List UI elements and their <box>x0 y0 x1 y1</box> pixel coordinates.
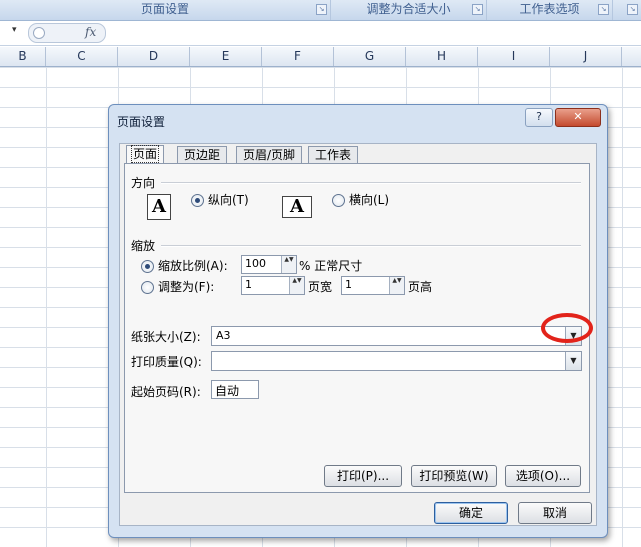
fit-to-label[interactable]: 调整为(F): <box>158 278 214 295</box>
print-quality-select[interactable]: ▼ <box>211 351 582 371</box>
help-icon[interactable]: ? <box>525 108 553 127</box>
adjust-to-label[interactable]: 缩放比例(A): <box>158 257 228 274</box>
ribbon-group-page-setup: 页面设置 ↘ <box>0 0 331 20</box>
ribbon-group-overflow: ↘ <box>613 0 641 20</box>
chevron-down-icon[interactable]: ▼ <box>565 352 581 370</box>
stepper-arrows-icon[interactable]: ▲▼ <box>289 277 304 294</box>
fx-icon[interactable]: fx <box>85 25 96 39</box>
print-quality-label: 打印质量(Q): <box>131 355 202 369</box>
portrait-label[interactable]: 纵向(T) <box>208 191 249 208</box>
ribbon-group-label: 工作表选项 <box>519 2 580 16</box>
dialog-body: 页面 页边距 页眉/页脚 工作表 方向 A 纵向(T) A 横向(L) 缩放 缩… <box>119 143 597 526</box>
pages-tall-label: 页高 <box>408 280 433 294</box>
tab-sheet[interactable]: 工作表 <box>308 146 359 164</box>
column-header[interactable]: B <box>0 47 46 66</box>
tab-margins[interactable]: 页边距 <box>177 146 228 164</box>
paper-size-value: A3 <box>216 329 231 342</box>
adjust-to-radio[interactable] <box>141 260 154 273</box>
tab-label: 页面 <box>130 145 160 163</box>
tab-panel-page: 方向 A 纵向(T) A 横向(L) 缩放 缩放比例(A): 100 ▲▼ % … <box>124 163 590 493</box>
portrait-radio[interactable] <box>191 194 204 207</box>
column-header[interactable]: E <box>190 47 262 66</box>
stepper-value: 100 <box>245 257 266 270</box>
dialog-launcher-icon[interactable]: ↘ <box>627 4 638 15</box>
column-header[interactable]: G <box>334 47 406 66</box>
landscape-label[interactable]: 横向(L) <box>349 191 389 208</box>
pages-wide-label: 页宽 <box>308 280 333 294</box>
landscape-radio[interactable] <box>332 194 345 207</box>
tab-header-footer[interactable]: 页眉/页脚 <box>236 146 303 164</box>
first-page-number-value: 自动 <box>215 384 240 398</box>
formula-input[interactable] <box>108 23 638 42</box>
formula-bar: ▾ fx <box>0 21 641 46</box>
column-header-row: B C D E F G H I J <box>0 47 641 67</box>
close-icon[interactable]: ✕ <box>555 108 601 127</box>
namebox-dropdown-icon[interactable]: ▾ <box>12 25 17 35</box>
column-header[interactable]: D <box>118 47 190 66</box>
tab-page[interactable]: 页面 <box>126 145 165 165</box>
dialog-launcher-icon[interactable]: ↘ <box>472 4 483 15</box>
orientation-section-label: 方向 <box>131 176 156 190</box>
fit-to-radio[interactable] <box>141 281 154 294</box>
stepper-value: 1 <box>245 278 252 291</box>
section-divider <box>161 245 581 247</box>
dialog-title: 页面设置 <box>117 115 166 129</box>
ribbon-group-sheet-options: 工作表选项 ↘ <box>487 0 613 20</box>
options-button[interactable]: 选项(O)... <box>505 465 581 487</box>
paper-size-select[interactable]: A3 ▼ <box>211 326 582 346</box>
column-header[interactable]: J <box>550 47 622 66</box>
pages-tall-stepper[interactable]: 1 ▲▼ <box>341 276 405 295</box>
ok-button[interactable]: 确定 <box>434 502 508 524</box>
paper-size-label: 纸张大小(Z): <box>131 330 201 344</box>
first-page-number-input[interactable]: 自动 <box>211 380 259 399</box>
adjust-suffix: % 正常尺寸 <box>299 259 363 273</box>
adjust-to-stepper[interactable]: 100 ▲▼ <box>241 255 297 274</box>
dialog-launcher-icon[interactable]: ↘ <box>598 4 609 15</box>
portrait-orientation-icon: A <box>147 194 171 220</box>
column-header[interactable]: F <box>262 47 334 66</box>
print-preview-button[interactable]: 打印预览(W) <box>411 465 497 487</box>
ribbon-group-label: 调整为合适大小 <box>366 2 451 16</box>
first-page-number-label: 起始页码(R): <box>131 385 201 399</box>
scaling-section-label: 缩放 <box>131 239 156 253</box>
stepper-value: 1 <box>345 278 352 291</box>
column-header[interactable]: H <box>406 47 478 66</box>
dialog-launcher-icon[interactable]: ↘ <box>316 4 327 15</box>
formula-controls: fx <box>28 23 106 43</box>
column-header[interactable]: C <box>46 47 118 66</box>
stepper-arrows-icon[interactable]: ▲▼ <box>281 256 296 273</box>
ribbon-group-bar: 页面设置 ↘ 调整为合适大小 ↘ 工作表选项 ↘ ↘ <box>0 0 641 21</box>
stepper-arrows-icon[interactable]: ▲▼ <box>389 277 404 294</box>
page-setup-dialog: 页面设置 ? ✕ 页面 页边距 页眉/页脚 工作表 方向 A 纵向(T) A 横… <box>108 104 608 538</box>
cancel-button[interactable]: 取消 <box>518 502 592 524</box>
pages-wide-stepper[interactable]: 1 ▲▼ <box>241 276 305 295</box>
ribbon-group-scale-to-fit: 调整为合适大小 ↘ <box>331 0 487 20</box>
landscape-orientation-icon: A <box>282 196 312 218</box>
print-button[interactable]: 打印(P)... <box>324 465 402 487</box>
highlight-annotation-ring <box>541 313 593 343</box>
ribbon-group-label: 页面设置 <box>140 2 189 16</box>
section-divider <box>161 182 581 184</box>
formula-expand-icon[interactable] <box>33 27 45 39</box>
column-header[interactable]: I <box>478 47 550 66</box>
